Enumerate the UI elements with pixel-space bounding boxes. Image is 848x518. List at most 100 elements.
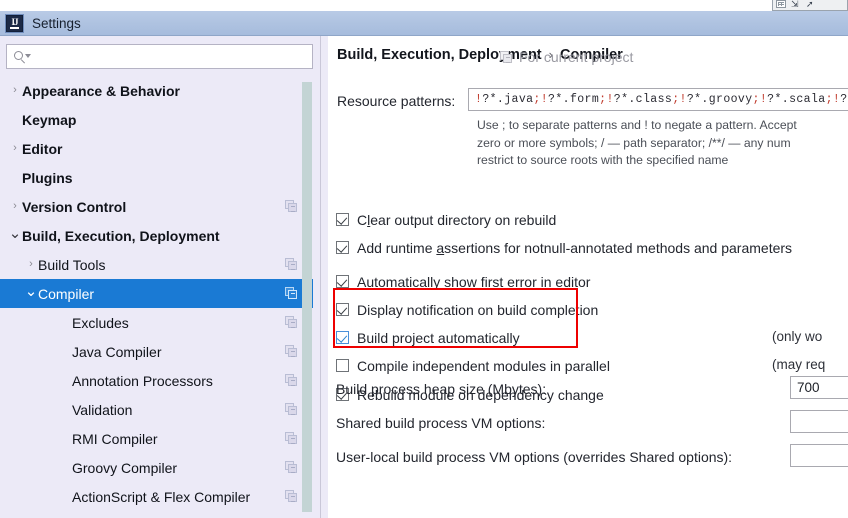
search-input[interactable]	[34, 48, 288, 65]
sidebar-item-label: Java Compiler	[72, 344, 161, 360]
sidebar-item-compiler[interactable]: ⌄Compiler	[0, 279, 320, 308]
sidebar-scrollbar-thumb[interactable]	[302, 82, 312, 512]
sidebar-item-label: Appearance & Behavior	[22, 83, 180, 99]
compiler-settings-panel: Build, Execution, Deployment › Compiler …	[328, 36, 848, 518]
sidebar-item-label: Validation	[72, 402, 132, 418]
field-label: User-local build process VM options (ove…	[336, 449, 732, 465]
sidebar-item-excludes[interactable]: Excludes	[0, 308, 320, 337]
checkbox-row-automatically-show-first-error[interactable]: Automatically show first error in editor	[336, 272, 590, 291]
sidebar-item-version-control[interactable]: ›Version Control	[0, 192, 320, 221]
copy-sheets-icon	[285, 374, 298, 387]
sidebar-item-plugins[interactable]: Plugins	[0, 163, 320, 192]
window-titlebar: IJ Settings	[0, 11, 848, 36]
resource-patterns-label: Resource patterns:	[337, 93, 455, 109]
pattern-token: !	[541, 93, 548, 106]
checkbox-checked-icon[interactable]	[336, 303, 349, 316]
grid-icon[interactable]	[776, 0, 788, 9]
chevron-right-icon[interactable]: ›	[24, 259, 38, 270]
option-side-note: (only wo	[772, 329, 848, 344]
sidebar-item-label: Annotation Processors	[72, 373, 213, 389]
sidebar-item-label: Groovy Compiler	[72, 460, 177, 476]
hint-line: restrict to source roots with the specif…	[477, 152, 848, 170]
toolbar-rule	[772, 4, 773, 6]
chevron-right-icon[interactable]: ›	[8, 85, 22, 96]
intellij-idea-icon: IJ	[6, 15, 23, 32]
copy-sheets-icon	[285, 345, 298, 358]
checkbox-label: Clear output directory on rebuild	[357, 212, 556, 228]
sidebar-item-validation[interactable]: Validation	[0, 395, 320, 424]
resource-patterns-input[interactable]: !?*.java;!?*.form;!?*.class;!?*.groovy;!…	[468, 88, 848, 111]
pattern-token: ?*	[840, 93, 848, 106]
mnemonic-letter: e	[507, 274, 515, 290]
label-text: ssertions for notnull-annotated methods …	[444, 240, 792, 256]
label-text: rror in editor	[515, 274, 590, 290]
sidebar-item-label: Build, Execution, Deployment	[22, 228, 220, 244]
checkbox-checked-icon[interactable]	[336, 331, 349, 344]
chevron-right-icon[interactable]: ›	[8, 201, 22, 212]
checkbox-checked-icon[interactable]	[336, 275, 349, 288]
sidebar-item-label: Plugins	[22, 170, 73, 186]
checkbox-label: Automatically show first error in editor	[357, 274, 590, 290]
sidebar-item-rmi-compiler[interactable]: RMI Compiler	[0, 424, 320, 453]
window-title: Settings	[32, 16, 81, 31]
label-text: Build project automatically	[357, 330, 520, 346]
chevron-down-icon[interactable]: ⌄	[8, 226, 22, 241]
checkbox-row-display-notification-on-build[interactable]: Display notification on build completion	[336, 300, 598, 319]
checkbox-label: Display notification on build completion	[357, 302, 598, 318]
search-field[interactable]	[6, 44, 313, 69]
checkbox-checked-icon[interactable]	[336, 241, 349, 254]
copy-sheets-icon	[285, 258, 298, 271]
pattern-token: ;	[753, 93, 760, 106]
checkbox-row-build-project-automatically[interactable]: Build project automatically	[336, 328, 520, 347]
settings-tree[interactable]: ›Appearance & BehaviorKeymap›EditorPlugi…	[0, 76, 320, 518]
input-user-local-build-process[interactable]	[790, 444, 848, 467]
copy-sheets-icon	[285, 316, 298, 329]
field-label: Shared build process VM options:	[336, 415, 545, 431]
expand-arrows-icon[interactable]: ⇲	[791, 0, 803, 9]
sidebar-item-label: Compiler	[38, 286, 94, 302]
copy-sheets-icon	[285, 200, 298, 213]
checkbox-row-compile-independent-modules-in[interactable]: Compile independent modules in parallel	[336, 356, 610, 375]
checkbox-unchecked-icon[interactable]	[336, 359, 349, 372]
sidebar-item-annotation-processors[interactable]: Annotation Processors	[0, 366, 320, 395]
label-text: ear output directory on rebuild	[370, 212, 556, 228]
floating-capture-toolbar[interactable]: ⇲ ➚	[772, 0, 848, 11]
project-scope-note: For current project	[500, 49, 633, 65]
sidebar-item-appearance-behavior[interactable]: ›Appearance & Behavior	[0, 76, 320, 105]
sidebar-right-edge	[313, 36, 320, 518]
pen-icon[interactable]: ➚	[806, 0, 818, 9]
sidebar-item-build-tools[interactable]: ›Build Tools	[0, 250, 320, 279]
label-text: C	[357, 212, 367, 228]
search-icon[interactable]	[14, 50, 30, 64]
chevron-down-icon[interactable]: ⌄	[24, 284, 38, 299]
checkbox-checked-icon[interactable]	[336, 213, 349, 226]
pattern-token: !	[680, 93, 687, 106]
resource-patterns-hint: Use ; to separate patterns and ! to nega…	[477, 117, 848, 170]
pattern-token: ?*.scala	[767, 93, 825, 106]
pattern-token: !	[606, 93, 613, 106]
input-build-process-heap-size[interactable]: 700	[790, 376, 848, 399]
pattern-token: ?*.java	[482, 93, 533, 106]
pattern-token: ?*.groovy	[687, 93, 753, 106]
sidebar-item-label: ActionScript & Flex Compiler	[72, 489, 250, 505]
sidebar-item-keymap[interactable]: Keymap	[0, 105, 320, 134]
sidebar-item-java-compiler[interactable]: Java Compiler	[0, 337, 320, 366]
label-text: Compile independent modules in parallel	[357, 358, 610, 374]
project-scope-label: For current project	[519, 49, 633, 65]
sidebar-item-label: Excludes	[72, 315, 129, 331]
checkbox-row-clear-output-directory-on[interactable]: Clear output directory on rebuild	[336, 210, 556, 229]
sidebar-item-label: Editor	[22, 141, 62, 157]
chevron-right-icon[interactable]: ›	[8, 143, 22, 154]
input-shared-build-process-vm[interactable]	[790, 410, 848, 433]
copy-sheets-icon	[285, 461, 298, 474]
mnemonic-letter: a	[436, 240, 444, 256]
sidebar-item-actionscript-flex-compiler[interactable]: ActionScript & Flex Compiler	[0, 482, 320, 511]
sidebar-item-editor[interactable]: ›Editor	[0, 134, 320, 163]
checkbox-row-add-runtime-assertions-for[interactable]: Add runtime assertions for notnull-annot…	[336, 238, 792, 257]
hint-line: zero or more symbols; / — path separator…	[477, 135, 848, 153]
copy-sheets-icon	[285, 490, 298, 503]
sidebar-item-groovy-compiler[interactable]: Groovy Compiler	[0, 453, 320, 482]
pattern-token: ?*.form	[548, 93, 599, 106]
sidebar-item-build-execution-deployment[interactable]: ⌄Build, Execution, Deployment	[0, 221, 320, 250]
settings-sidebar: ›Appearance & BehaviorKeymap›EditorPlugi…	[0, 36, 320, 518]
